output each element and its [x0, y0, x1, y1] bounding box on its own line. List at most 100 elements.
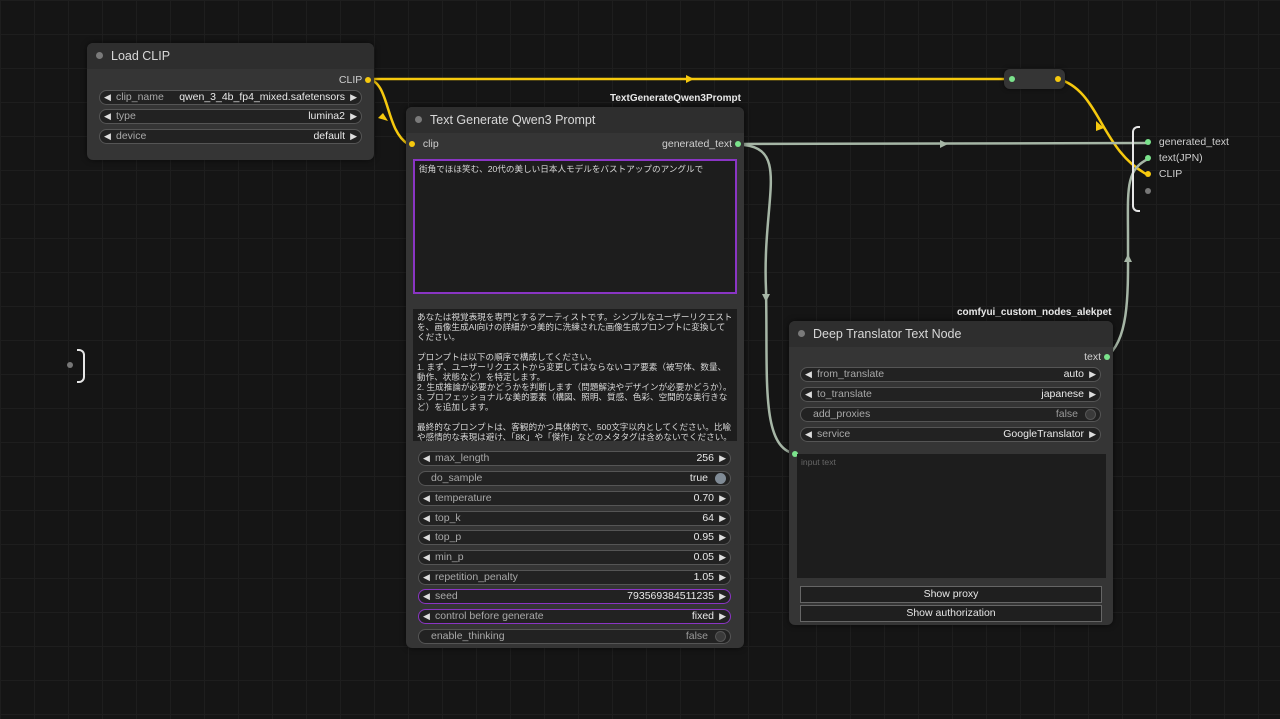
widget-label: control before generate [435, 610, 544, 622]
type-combo[interactable]: ◀ type lumina2 ▶ [99, 109, 362, 124]
reroute-output-dot-icon[interactable] [1055, 76, 1061, 82]
slot-label: clip [422, 138, 439, 150]
deep-translator-node[interactable]: Deep Translator Text Node text ◀ from_tr… [789, 321, 1113, 625]
left-arrow-icon[interactable]: ◀ [423, 531, 430, 544]
input-slot-generated-text[interactable]: generated_text [1145, 136, 1229, 148]
show-authorization-button[interactable]: Show authorization [800, 605, 1102, 622]
min-p-stepper[interactable]: ◀ min_p 0.05 ▶ [418, 550, 731, 565]
widget-label: do_sample [431, 472, 483, 484]
collapse-dot-icon[interactable] [96, 52, 103, 59]
output-slot-clip[interactable]: CLIP [339, 74, 371, 86]
right-arrow-icon[interactable]: ▶ [350, 130, 357, 143]
slot-dot-icon[interactable] [735, 141, 741, 148]
slot-dot-icon[interactable] [1145, 155, 1151, 162]
collapse-dot-icon[interactable] [415, 116, 422, 123]
right-arrow-icon[interactable]: ▶ [350, 91, 357, 104]
slot-dot-icon[interactable] [1145, 188, 1151, 195]
left-arrow-icon[interactable]: ◀ [805, 428, 812, 441]
input-slot-text-jpn[interactable]: text(JPN) [1145, 152, 1203, 164]
slot-dot-icon[interactable] [365, 77, 371, 84]
left-arrow-icon[interactable]: ◀ [423, 452, 430, 465]
slot-label: text [1084, 351, 1102, 363]
left-arrow-icon[interactable]: ◀ [423, 590, 430, 603]
repetition-penalty-stepper[interactable]: ◀ repetition_penalty 1.05 ▶ [418, 570, 731, 585]
top-p-stepper[interactable]: ◀ top_p 0.95 ▶ [418, 530, 731, 545]
enable-thinking-toggle[interactable]: enable_thinking false [418, 629, 731, 644]
seed-stepper[interactable]: ◀ seed 793569384511235 ▶ [418, 589, 731, 604]
service-combo[interactable]: ◀ service GoogleTranslator ▶ [800, 427, 1101, 442]
input-text-area[interactable]: input text [797, 454, 1106, 578]
right-arrow-icon[interactable]: ▶ [1089, 388, 1096, 401]
output-slot-generated-text[interactable]: generated_text [662, 138, 741, 150]
add-proxies-toggle[interactable]: add_proxies false [800, 407, 1101, 422]
left-arrow-icon[interactable]: ◀ [104, 110, 111, 123]
right-arrow-icon[interactable]: ▶ [719, 590, 726, 603]
show-proxy-button[interactable]: Show proxy [800, 586, 1102, 603]
collapse-dot-icon[interactable] [798, 330, 805, 337]
clip-name-combo[interactable]: ◀ clip_name qwen_3_4b_fp4_mixed.safetens… [99, 90, 362, 105]
reroute-dot[interactable] [67, 362, 73, 368]
right-arrow-icon[interactable]: ▶ [1089, 368, 1096, 381]
toggle-knob-icon[interactable] [715, 631, 726, 642]
node-title-bar[interactable]: Text Generate Qwen3 Prompt [406, 107, 744, 133]
right-arrow-icon[interactable]: ▶ [719, 571, 726, 584]
slot-dot-icon[interactable] [1145, 139, 1151, 146]
right-arrow-icon[interactable]: ▶ [719, 551, 726, 564]
max-length-stepper[interactable]: ◀ max_length 256 ▶ [418, 451, 731, 466]
node-title-bar[interactable]: Deep Translator Text Node [789, 321, 1113, 347]
link-arrow-icon [940, 140, 948, 148]
slot-dot-icon[interactable] [409, 141, 415, 148]
left-arrow-icon[interactable]: ◀ [423, 512, 430, 525]
node-title: Deep Translator Text Node [813, 327, 962, 341]
device-combo[interactable]: ◀ device default ▶ [99, 129, 362, 144]
toggle-knob-icon[interactable] [1085, 409, 1096, 420]
left-arrow-icon[interactable]: ◀ [423, 492, 430, 505]
slot-label: text(JPN) [1158, 152, 1203, 164]
left-arrow-icon[interactable]: ◀ [805, 388, 812, 401]
link-arrow-icon [686, 75, 694, 83]
left-arrow-icon[interactable]: ◀ [423, 571, 430, 584]
link-arrow-icon [378, 113, 388, 121]
left-arrow-icon[interactable]: ◀ [104, 91, 111, 104]
right-arrow-icon[interactable]: ▶ [719, 452, 726, 465]
left-arrow-icon[interactable]: ◀ [104, 130, 111, 143]
left-arrow-icon[interactable]: ◀ [805, 368, 812, 381]
do-sample-toggle[interactable]: do_sample true [418, 471, 731, 486]
left-arrow-icon[interactable]: ◀ [423, 610, 430, 623]
right-arrow-icon[interactable]: ▶ [719, 492, 726, 505]
to-translate-combo[interactable]: ◀ to_translate japanese ▶ [800, 387, 1101, 402]
slot-dot-icon[interactable] [1104, 354, 1110, 361]
slot-label: generated_text [1158, 136, 1229, 148]
right-arrow-icon[interactable]: ▶ [350, 110, 357, 123]
from-translate-combo[interactable]: ◀ from_translate auto ▶ [800, 367, 1101, 382]
widget-label: seed [435, 590, 458, 602]
reroute-input-dot-icon[interactable] [1009, 76, 1015, 82]
input-slot-clip[interactable]: CLIP [1145, 168, 1182, 180]
reroute-node[interactable] [1004, 69, 1065, 89]
output-slot-text[interactable]: text [1084, 351, 1110, 363]
slot-dot-icon[interactable] [1145, 171, 1151, 178]
widget-label: from_translate [817, 368, 885, 380]
input-slot-clip[interactable]: clip [409, 138, 439, 150]
toggle-knob-icon[interactable] [715, 473, 726, 484]
node-title-bar[interactable]: Load CLIP [87, 43, 374, 69]
widget-label: device [116, 130, 147, 142]
load-clip-node[interactable]: Load CLIP CLIP ◀ clip_name qwen_3_4b_fp4… [87, 43, 374, 160]
temperature-stepper[interactable]: ◀ temperature 0.70 ▶ [418, 491, 731, 506]
right-arrow-icon[interactable]: ▶ [719, 512, 726, 525]
control-before-generate-combo[interactable]: ◀ control before generate fixed ▶ [418, 609, 731, 624]
widget-label: add_proxies [813, 408, 871, 420]
input-slot-empty[interactable] [1145, 185, 1151, 197]
prompt-textarea[interactable]: 街角でほほ笑む、20代の美しい日本人モデルをバストアップのアングルで [413, 159, 737, 294]
top-k-stepper[interactable]: ◀ top_k 64 ▶ [418, 511, 731, 526]
left-arrow-icon[interactable]: ◀ [423, 551, 430, 564]
widget-value: 0.05 [693, 551, 714, 563]
link-text-to-output [735, 141, 1149, 146]
right-arrow-icon[interactable]: ▶ [1089, 428, 1096, 441]
widget-label: to_translate [817, 388, 872, 400]
right-arrow-icon[interactable]: ▶ [719, 531, 726, 544]
text-generate-node[interactable]: Text Generate Qwen3 Prompt clip generate… [406, 107, 744, 648]
system-prompt-textarea[interactable]: あなたは視覚表現を専門とするアーティストです。シンプルなユーザーリクエストを、画… [413, 309, 737, 441]
right-arrow-icon[interactable]: ▶ [719, 610, 726, 623]
group-bracket [77, 349, 85, 383]
